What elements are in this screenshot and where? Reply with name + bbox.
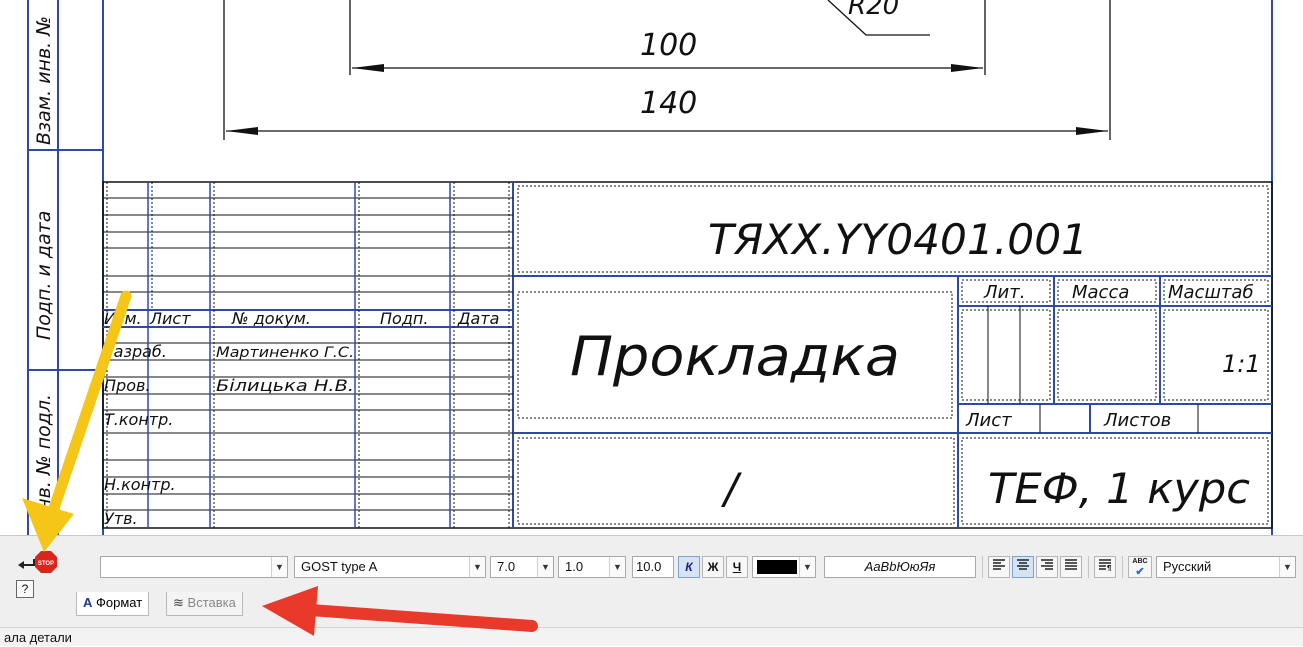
dimension-100: 100: [640, 28, 697, 63]
stretch-select[interactable]: 1.0 ▼: [558, 556, 626, 578]
language-value: Русский: [1163, 559, 1212, 574]
tab-format-label: Формат: [96, 595, 143, 610]
col-doc: № докум.: [231, 309, 311, 328]
svg-text:¶: ¶: [1107, 564, 1112, 571]
sheet-label: Лист: [965, 410, 1012, 431]
toolbar-separator: [982, 556, 983, 578]
lit-label: Лит.: [983, 282, 1025, 303]
side-label-vzam: Взам. инв. №: [33, 16, 55, 145]
style-select[interactable]: ▼: [100, 556, 288, 578]
status-bar: ала детали: [0, 627, 1303, 646]
drawing-canvas[interactable]: Взам. инв. № Подп. и дата Инв. № подл. R…: [0, 0, 1303, 535]
align-justify-button[interactable]: [1060, 556, 1082, 578]
tab-insert[interactable]: ≋ Вставка: [166, 592, 243, 616]
toolbar-separator: [1088, 556, 1089, 578]
paragraph-icon: ¶: [1099, 559, 1112, 573]
italic-label: К: [685, 560, 693, 574]
spellcheck-button[interactable]: ABC ✔: [1128, 556, 1152, 578]
paragraph-button[interactable]: ¶: [1094, 556, 1116, 578]
tab-insert-label: Вставка: [187, 595, 236, 610]
font-size-select[interactable]: 7.0 ▼: [490, 556, 554, 578]
chevron-down-icon: ▼: [537, 557, 553, 577]
row-razrab: Разраб.: [104, 342, 167, 361]
chevron-down-icon: ▼: [469, 557, 485, 577]
underline-label: Ч: [732, 560, 742, 574]
name-prov: Білицька Н.В.: [216, 376, 354, 395]
bold-button[interactable]: Ж: [702, 556, 724, 578]
row-nkontr: Н.контр.: [104, 475, 176, 494]
status-text: ала детали: [4, 630, 72, 645]
col-list: Лист: [149, 309, 191, 328]
font-preview: АаВbЮюЯя: [824, 556, 976, 578]
row-utv: Утв.: [104, 509, 138, 528]
col-izm: Изм.: [104, 309, 142, 328]
format-icon: A: [83, 595, 93, 610]
sheets-label: Листов: [1103, 410, 1171, 431]
name-razrab: Мартиненко Г.С.: [216, 345, 354, 361]
text-color-select[interactable]: ▼: [752, 556, 816, 578]
language-select[interactable]: Русский ▼: [1156, 556, 1296, 578]
material: /: [720, 464, 742, 513]
chevron-down-icon: ▼: [609, 557, 625, 577]
chevron-down-icon: ▼: [271, 557, 287, 577]
step-field[interactable]: 10.0: [632, 556, 674, 578]
side-label-podp: Подп. и дата: [33, 211, 55, 340]
drawing-sheet[interactable]: Взам. инв. № Подп. и дата Инв. № подл. R…: [0, 0, 1303, 535]
radius-label: R20: [848, 0, 899, 21]
doc-number: ТЯXX.YY0401.001: [708, 215, 1088, 264]
align-left-button[interactable]: [988, 556, 1010, 578]
col-sign: Подп.: [380, 309, 428, 328]
font-preview-text: АаВbЮюЯя: [864, 559, 936, 574]
align-center-icon: [1017, 559, 1029, 570]
part-name: Прокладка: [570, 325, 900, 388]
font-size-value: 7.0: [497, 559, 516, 574]
bold-label: Ж: [707, 560, 719, 574]
row-tkontr: Т.контр.: [104, 410, 173, 429]
organization: ТЕФ, 1 курс: [988, 464, 1250, 513]
italic-button[interactable]: К: [678, 556, 700, 578]
side-label-inv: Инв. № подл.: [33, 394, 55, 525]
align-right-button[interactable]: [1036, 556, 1058, 578]
font-select-value: GOST type A: [301, 559, 378, 574]
insert-icon: ≋: [173, 595, 184, 610]
stop-icon[interactable]: STOP: [34, 550, 58, 574]
underline-button[interactable]: Ч: [726, 556, 748, 578]
align-justify-icon: [1065, 559, 1077, 570]
chevron-down-icon: ▼: [1279, 557, 1295, 577]
check-icon: ✔: [1135, 566, 1145, 578]
col-date: Дата: [457, 309, 499, 328]
align-right-icon: [1041, 559, 1053, 570]
scale-value: 1:1: [1222, 350, 1261, 378]
align-center-button[interactable]: [1012, 556, 1034, 578]
chevron-down-icon: ▼: [799, 557, 815, 577]
mass-label: Масса: [1072, 282, 1129, 303]
step-value: 10.0: [636, 559, 662, 574]
tab-format[interactable]: A Формат: [76, 592, 150, 616]
svg-text:STOP: STOP: [38, 561, 54, 567]
row-prov: Пров.: [104, 376, 151, 395]
align-left-icon: [993, 559, 1005, 570]
dimension-140: 140: [640, 86, 697, 121]
toolbar-separator: [1122, 556, 1123, 578]
text-properties-panel: STOP ? ▼ GOST type A ▼ 7.0 ▼ 1.0 ▼ 10.0 …: [0, 535, 1303, 628]
help-icon[interactable]: ?: [16, 580, 34, 598]
stretch-value: 1.0: [565, 559, 584, 574]
font-select[interactable]: GOST type A ▼: [294, 556, 486, 578]
color-swatch: [757, 560, 797, 574]
scale-label: Масштаб: [1168, 282, 1254, 303]
